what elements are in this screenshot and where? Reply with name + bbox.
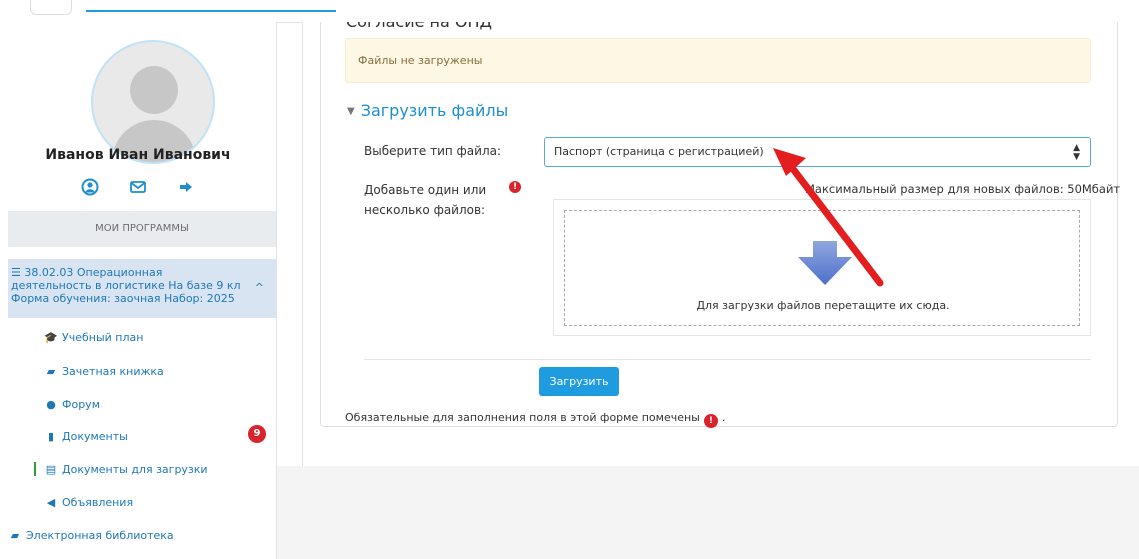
upload-files-legend[interactable]: ▼ Загрузить файлы: [347, 101, 508, 120]
bullhorn-icon: ◀: [46, 496, 56, 509]
sidebar-item-label: Объявления: [62, 496, 134, 509]
download-arrow-icon: [798, 241, 852, 285]
documents-count-badge: 9: [248, 425, 266, 443]
sidebar-item-announcements[interactable]: ◀ Объявления: [44, 496, 133, 509]
add-files-label: Добавьте один или несколько файлов:: [364, 182, 486, 218]
sidebar-item-label: Форум: [62, 398, 100, 411]
comment-icon: ●: [46, 398, 56, 411]
page-background: [277, 466, 1139, 559]
required-note-text: Обязательные для заполнения поля в этой …: [345, 411, 700, 424]
required-fields-note: Обязательные для заполнения поля в этой …: [345, 411, 725, 428]
file-picker[interactable]: Для загрузки файлов перетащите их сюда.: [553, 199, 1091, 336]
add-files-label-line1: Добавьте один или: [364, 183, 487, 197]
sidebar-item-label: Документы для загрузки: [62, 463, 208, 476]
file-type-select[interactable]: Паспорт (страница с регистрацией) ▲ ▼: [544, 137, 1091, 167]
sidebar-item-label: Зачетная книжка: [62, 365, 164, 378]
sidebar-item-documents-upload[interactable]: ▤ Документы для загрузки: [44, 463, 208, 476]
course-item[interactable]: ☰ 38.02.03 Операционная деятельность в л…: [8, 259, 276, 318]
required-note-period: .: [721, 411, 726, 424]
legend-text: Загрузить файлы: [360, 101, 509, 120]
drop-zone[interactable]: Для загрузки файлов перетащите их сюда.: [564, 210, 1080, 326]
user-name: Иванов Иван Иванович: [45, 147, 231, 163]
file-type-selected-value: Паспорт (страница с регистрацией): [554, 145, 764, 158]
file-icon: ▮: [47, 430, 55, 443]
sidebar-item-library[interactable]: ▰ Электронная библиотека: [8, 529, 174, 542]
sidebar-item-label: Учебный план: [62, 331, 144, 344]
profile-icon[interactable]: [81, 178, 99, 201]
avatar-head: [130, 66, 178, 114]
book-icon: ▰: [10, 529, 20, 542]
course-label-text: 38.02.03 Операционная деятельность в лог…: [11, 266, 241, 305]
top-bar: [0, 0, 1139, 23]
collapse-triangle-icon: ▼: [347, 106, 355, 117]
sidebar: Иванов Иван Иванович МОИ ПРОГРАММЫ ☰ 38.…: [0, 22, 277, 559]
sidebar-item-label: Электронная библиотека: [26, 529, 174, 542]
top-accent-line: [86, 10, 336, 12]
add-files-label-line2: несколько файлов:: [364, 203, 486, 217]
sidebar-item-forum[interactable]: ● Форум: [44, 398, 100, 411]
sidebar-item-record-book[interactable]: ▰ Зачетная книжка: [44, 365, 164, 378]
list-icon: ☰: [11, 266, 21, 279]
file-text-icon: ▤: [45, 463, 57, 476]
max-size-text: Максимальный размер для новых файлов: 50…: [805, 182, 1121, 196]
drop-zone-text: Для загрузки файлов перетащите их сюда.: [696, 299, 950, 312]
file-type-label: Выберите тип файла:: [364, 144, 502, 158]
programs-header: МОИ ПРОГРАММЫ: [8, 211, 276, 247]
course-label: ☰ 38.02.03 Операционная деятельность в л…: [11, 266, 246, 305]
no-files-alert: Файлы не загружены: [345, 38, 1091, 83]
avatar[interactable]: [91, 40, 215, 164]
required-icon: !: [703, 414, 718, 428]
chevron-up-icon[interactable]: ^: [255, 281, 264, 294]
active-indicator: [34, 462, 36, 476]
select-arrows-icon: ▲ ▼: [1073, 143, 1080, 162]
user-actions: [0, 178, 276, 201]
sidebar-item-documents[interactable]: ▮ Документы: [44, 430, 128, 443]
required-icon: !: [509, 181, 521, 193]
book-icon: ▰: [46, 365, 56, 378]
form-divider: [364, 359, 1091, 360]
mail-icon[interactable]: [129, 178, 147, 201]
top-tab-stub[interactable]: [30, 0, 72, 15]
sidebar-item-label: Документы: [62, 430, 128, 443]
upload-button[interactable]: Загрузить: [539, 367, 619, 396]
logout-icon[interactable]: [177, 178, 195, 201]
graduation-cap-icon: 🎓: [44, 331, 58, 344]
sidebar-item-study-plan[interactable]: 🎓 Учебный план: [44, 331, 143, 344]
